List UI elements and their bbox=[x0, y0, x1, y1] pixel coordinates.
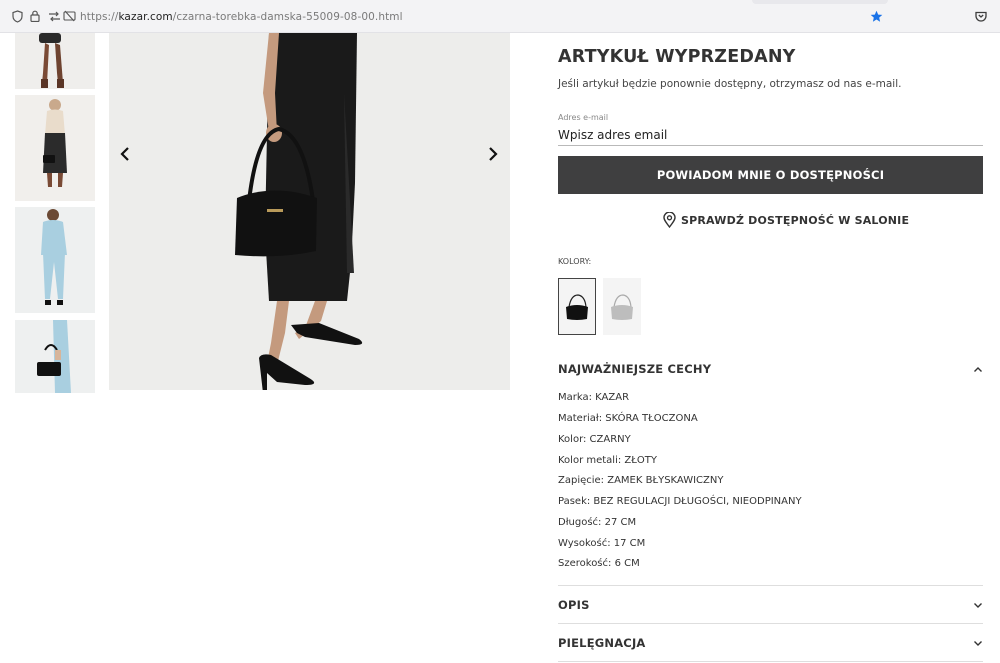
description-section-header[interactable]: OPIS bbox=[558, 598, 983, 612]
lock-icon[interactable] bbox=[28, 9, 42, 23]
email-field[interactable] bbox=[558, 125, 983, 146]
care-heading: PIELĘGNACJA bbox=[558, 636, 646, 650]
url-host: kazar.com bbox=[118, 11, 173, 23]
care-section-header[interactable]: PIELĘGNACJA bbox=[558, 636, 983, 650]
feature-color: Kolor: CZARNY bbox=[558, 434, 631, 445]
thumbnail-1[interactable] bbox=[15, 33, 95, 89]
thumbnail-3[interactable] bbox=[15, 207, 95, 313]
notify-availability-button[interactable]: POWIADOM MNIE O DOSTĘPNOŚCI bbox=[558, 156, 983, 194]
feature-height: Wysokość: 17 CM bbox=[558, 538, 646, 549]
chevron-right-icon[interactable] bbox=[483, 143, 503, 165]
chevron-down-icon bbox=[974, 640, 982, 646]
features-section-header[interactable]: NAJWAŻNIEJSZE CECHY bbox=[558, 362, 983, 376]
check-store-label: SPRAWDŹ DOSTĘPNOŚĆ W SALONIE bbox=[681, 213, 910, 227]
check-store-availability-link[interactable]: SPRAWDŹ DOSTĘPNOŚĆ W SALONIE bbox=[663, 211, 909, 229]
feature-length: Długość: 27 CM bbox=[558, 517, 637, 528]
pocket-icon[interactable] bbox=[974, 9, 988, 23]
browser-toolbar: https://kazar.com/czarna-torebka-damska-… bbox=[0, 0, 1000, 33]
shield-icon[interactable] bbox=[10, 9, 24, 23]
feature-brand: Marka: KAZAR bbox=[558, 392, 630, 403]
divider bbox=[558, 585, 983, 586]
url-prefix: https:// bbox=[80, 11, 119, 23]
restock-info-text: Jeśli artykuł będzie ponownie dostępny, … bbox=[558, 78, 902, 90]
divider bbox=[558, 623, 983, 624]
color-swatch-black[interactable] bbox=[558, 278, 596, 335]
email-field-label: Adres e-mail bbox=[558, 113, 609, 122]
url-path: /czarna-torebka-damska-55009-08-00.html bbox=[172, 11, 403, 23]
feature-material: Materiał: SKÓRA TŁOCZONA bbox=[558, 413, 698, 424]
feature-closure: Zapięcie: ZAMEK BŁYSKAWICZNY bbox=[558, 475, 724, 486]
feature-metal-color: Kolor metali: ZŁOTY bbox=[558, 455, 657, 466]
chevron-left-icon[interactable] bbox=[115, 143, 135, 165]
colors-label: KOLORY: bbox=[558, 257, 592, 266]
tab-edge bbox=[752, 0, 888, 4]
tracking-protection-icon[interactable] bbox=[62, 9, 76, 23]
thumbnail-4[interactable] bbox=[15, 320, 95, 393]
bookmark-star-icon[interactable] bbox=[869, 9, 883, 23]
main-product-image bbox=[109, 33, 510, 390]
color-swatch-grey[interactable] bbox=[603, 278, 641, 335]
location-pin-icon bbox=[663, 212, 676, 228]
chevron-up-icon bbox=[974, 366, 982, 372]
thumbnail-2[interactable] bbox=[15, 95, 95, 201]
divider bbox=[558, 661, 983, 662]
feature-strap: Pasek: BEZ REGULACJI DŁUGOŚCI, NIEODPINA… bbox=[558, 496, 802, 507]
description-heading: OPIS bbox=[558, 598, 590, 612]
features-heading: NAJWAŻNIEJSZE CECHY bbox=[558, 362, 712, 376]
chevron-down-icon bbox=[974, 602, 982, 608]
permissions-icon[interactable] bbox=[47, 9, 61, 23]
address-bar-url[interactable]: https://kazar.com/czarna-torebka-damska-… bbox=[80, 11, 403, 23]
feature-width: Szerokość: 6 CM bbox=[558, 558, 640, 569]
product-status-title: ARTYKUŁ WYPRZEDANY bbox=[558, 47, 796, 67]
